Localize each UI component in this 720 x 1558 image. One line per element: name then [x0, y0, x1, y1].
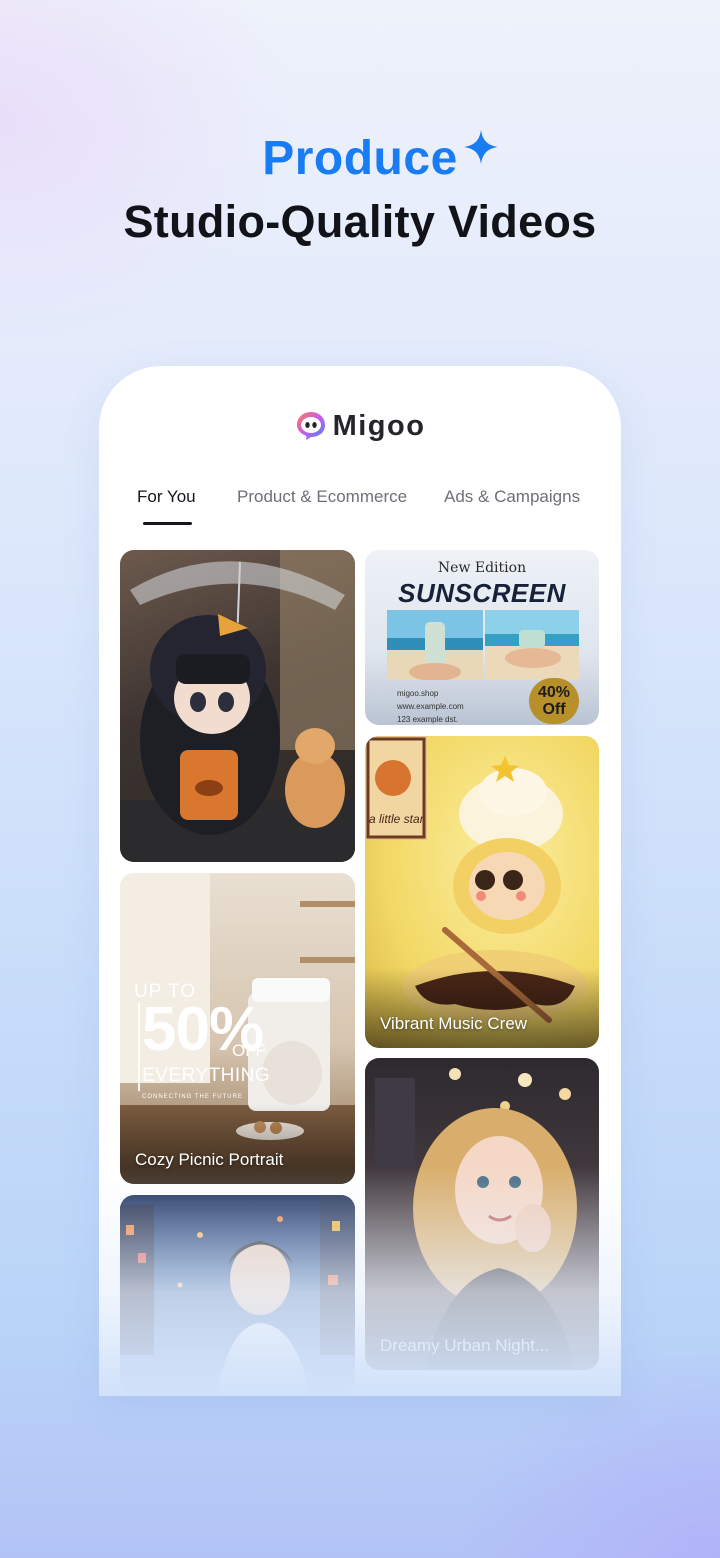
sunscreen-contact-lines: migoo.shop www.example.com 123 example d…	[397, 687, 464, 725]
sunscreen-line-address: 123 example dst.	[397, 715, 458, 724]
hero-title: Studio-Quality Videos	[123, 196, 597, 247]
card-shade	[120, 1104, 355, 1184]
category-tabs: For You Product & Ecommerce Ads & Campai…	[99, 487, 621, 527]
active-tab-indicator	[143, 522, 192, 525]
sunscreen-badge-percent: 40%	[537, 684, 571, 701]
sunscreen-edition-text: New Edition	[437, 560, 527, 576]
video-card-coffee-promo[interactable]: UP TO 50% OFF EVERYTHING CONNECTING THE …	[120, 873, 355, 1184]
sunscreen-beach-photo-right	[485, 610, 579, 680]
card-shade	[365, 1290, 599, 1370]
app-header: Migoo	[99, 406, 621, 446]
penguin-girl-thumbnail	[120, 550, 355, 862]
card-title: Cozy Picnic Portrait	[135, 1150, 284, 1169]
promo-tagline-text: CONNECTING THE FUTURE	[142, 1094, 243, 1100]
sparkle-icon	[463, 129, 499, 165]
sunscreen-beach-photo-left	[387, 610, 483, 680]
app-brand-name: Migoo	[332, 409, 426, 442]
promo-off-text: OFF	[232, 1041, 266, 1060]
hero-heading: Produce Studio-Quality Videos	[0, 128, 720, 251]
tab-for-you[interactable]: For You	[137, 487, 196, 507]
card-title: Dreamy Urban Night...	[380, 1336, 550, 1355]
video-card-cupcake-character[interactable]: a little star Vibrant Music Crew	[365, 736, 599, 1048]
sunscreen-discount-badge: 40% Off	[529, 678, 579, 724]
card-title: Vibrant Music Crew	[380, 1014, 528, 1033]
phone-mockup: Migoo For You Product & Ecommerce Ads & …	[99, 366, 621, 1396]
card-shade	[365, 968, 599, 1048]
video-card-penguin-girl[interactable]	[120, 550, 355, 862]
sunscreen-title-text: SUNSCREEN	[398, 578, 566, 608]
sunscreen-badge-off: Off	[542, 701, 566, 718]
sunscreen-line-web: www.example.com	[397, 702, 464, 711]
sunscreen-line-shop: migoo.shop	[397, 689, 439, 698]
tab-product-ecommerce[interactable]: Product & Ecommerce	[237, 487, 407, 507]
hero-title-accent: Produce	[262, 132, 458, 185]
city-man-thumbnail	[120, 1195, 355, 1395]
video-card-sunscreen[interactable]: New Edition SUNSCREEN migoo.shop www.exa…	[365, 550, 599, 725]
tab-ads-campaigns[interactable]: Ads & Campaigns	[444, 487, 580, 507]
promo-divider	[138, 1003, 140, 1091]
video-card-blonde-girl[interactable]: Dreamy Urban Night...	[365, 1058, 599, 1370]
promo-everything-text: EVERYTHING	[142, 1065, 271, 1086]
migoo-logo-icon	[296, 412, 325, 440]
video-card-city-man[interactable]	[120, 1195, 355, 1395]
cupcake-poster-text: a little star	[369, 812, 424, 826]
